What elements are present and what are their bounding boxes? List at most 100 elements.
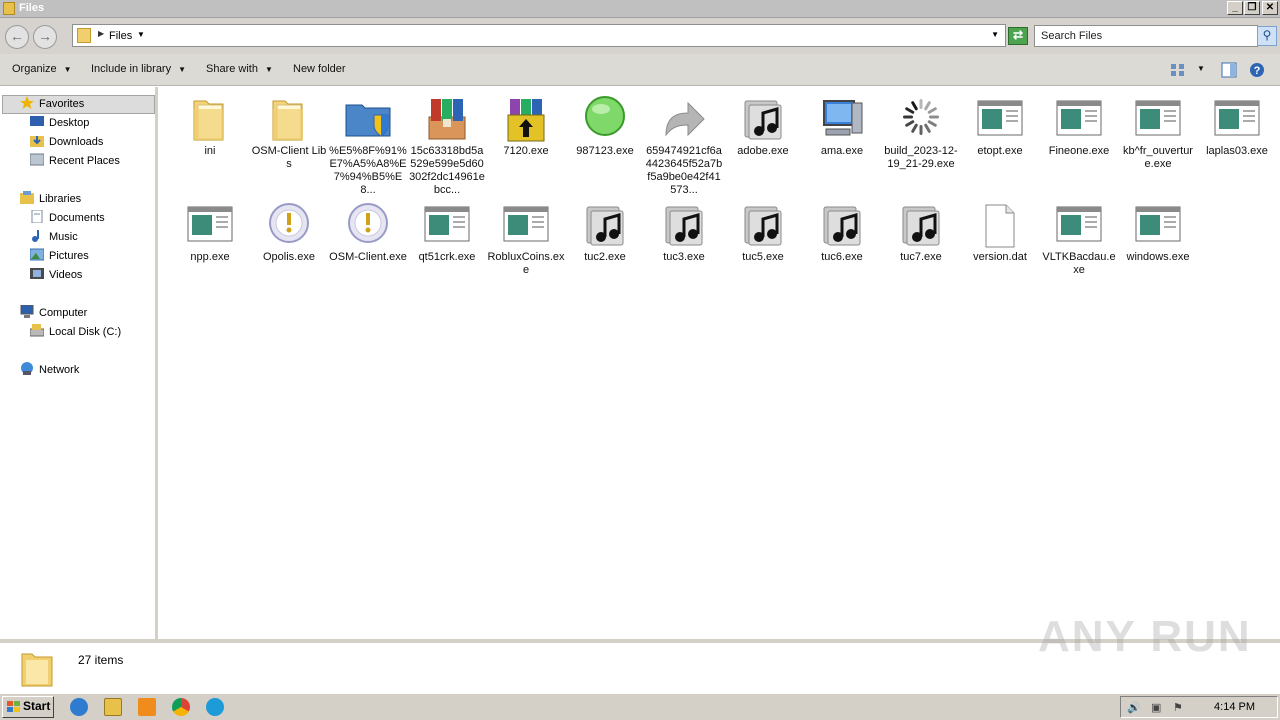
file-item[interactable]: tuc2.exe bbox=[566, 201, 644, 264]
file-name: tuc3.exe bbox=[663, 251, 705, 263]
desktop-icon bbox=[30, 116, 44, 126]
file-item[interactable]: ini bbox=[171, 95, 249, 158]
green-circle-icon bbox=[581, 95, 629, 143]
explorer-icon[interactable] bbox=[104, 698, 122, 716]
internet-explorer-icon[interactable] bbox=[70, 698, 88, 716]
edge-icon[interactable] bbox=[206, 698, 224, 716]
start-button[interactable]: Start bbox=[2, 696, 54, 718]
chevron-right-icon[interactable]: ▶ bbox=[98, 29, 104, 38]
share-with-menu[interactable]: Share with ▼ bbox=[206, 63, 273, 75]
file-item[interactable]: RobluxCoins.exe bbox=[487, 201, 565, 277]
search-input[interactable]: Search Files bbox=[1034, 25, 1258, 47]
pictures-icon bbox=[30, 248, 44, 261]
file-item[interactable]: tuc6.exe bbox=[803, 201, 881, 264]
file-item[interactable]: OSM-Client.exe bbox=[329, 201, 407, 264]
maximize-button[interactable]: ❐ bbox=[1244, 1, 1260, 15]
libraries-icon bbox=[20, 191, 34, 204]
nav-computer[interactable]: Computer bbox=[20, 304, 87, 322]
file-name: version.dat bbox=[973, 251, 1027, 263]
file-list: ini OSM-Client Libs %E5%8F%91%E7%A5%A8%E7%… bbox=[160, 87, 1280, 639]
network-tray-icon[interactable]: ▣ bbox=[1151, 701, 1161, 714]
file-item[interactable]: 15c63318bd5a529e599e5d60302f2dc14961ebcc… bbox=[408, 95, 486, 197]
window-app-icon bbox=[976, 95, 1024, 143]
nav-pictures[interactable]: Pictures bbox=[30, 247, 89, 265]
recent-places-icon bbox=[30, 153, 44, 166]
address-history-dropdown[interactable]: ▼ bbox=[991, 30, 999, 39]
refresh-button[interactable]: ⇄ bbox=[1008, 27, 1028, 45]
minimize-button[interactable]: _ bbox=[1227, 1, 1243, 15]
address-bar[interactable]: ▶ Files ▼ ▼ bbox=[72, 24, 1006, 47]
forward-button[interactable]: → bbox=[33, 25, 57, 49]
nav-videos[interactable]: Videos bbox=[30, 266, 82, 284]
file-item[interactable]: build_2023-12-19_21-29.exe bbox=[882, 95, 960, 171]
file-item[interactable]: 987123.exe bbox=[566, 95, 644, 158]
videos-icon bbox=[30, 268, 44, 279]
file-item[interactable]: npp.exe bbox=[171, 201, 249, 264]
file-item[interactable]: 7120.exe bbox=[487, 95, 565, 158]
command-bar: Organize ▼ Include in library ▼ Share with… bbox=[0, 54, 1280, 86]
file-item[interactable]: %E5%8F%91%E7%A5%A8%E7%94%B5%E8... bbox=[329, 95, 407, 197]
loading-spinner-icon bbox=[897, 95, 945, 143]
window-title: Files bbox=[19, 2, 45, 14]
nav-recent-places[interactable]: Recent Places bbox=[30, 152, 120, 170]
clock[interactable]: 4:14 PM bbox=[1214, 701, 1255, 713]
change-view-icon[interactable] bbox=[1170, 62, 1186, 78]
file-name: ama.exe bbox=[820, 145, 864, 157]
file-item[interactable]: kb^fr_ouverture.exe bbox=[1119, 95, 1197, 171]
volume-icon[interactable]: 🔊 bbox=[1127, 701, 1141, 714]
breadcrumb-files[interactable]: Files bbox=[109, 30, 132, 42]
file-item[interactable]: tuc7.exe bbox=[882, 201, 960, 264]
star-icon bbox=[20, 96, 34, 109]
action-center-icon[interactable]: ⚑ bbox=[1173, 701, 1183, 714]
file-item[interactable]: Opolis.exe bbox=[250, 201, 328, 264]
file-item[interactable]: windows.exe bbox=[1119, 201, 1197, 264]
chevron-down-icon[interactable]: ▼ bbox=[137, 30, 145, 39]
organize-menu[interactable]: Organize ▼ bbox=[12, 63, 72, 75]
back-button[interactable]: ← bbox=[5, 25, 29, 49]
file-item[interactable]: ama.exe bbox=[803, 95, 881, 158]
nav-local-disk[interactable]: Local Disk (C:) bbox=[30, 323, 121, 341]
close-button[interactable]: ✕ bbox=[1262, 1, 1278, 15]
file-name: qt51crk.exe bbox=[418, 251, 476, 263]
nav-music[interactable]: Music bbox=[30, 228, 78, 246]
file-item[interactable]: tuc3.exe bbox=[645, 201, 723, 264]
file-item[interactable]: Fineone.exe bbox=[1040, 95, 1118, 158]
file-item[interactable]: etopt.exe bbox=[961, 95, 1039, 158]
folder-icon bbox=[3, 2, 15, 15]
file-name: adobe.exe bbox=[737, 145, 789, 157]
preview-pane-icon[interactable] bbox=[1221, 62, 1237, 78]
blank-document-icon bbox=[976, 201, 1024, 249]
warning-disc-icon bbox=[344, 201, 392, 249]
file-item[interactable]: qt51crk.exe bbox=[408, 201, 486, 264]
installer-box-icon bbox=[502, 95, 550, 143]
search-icon[interactable]: ⚲ bbox=[1257, 26, 1277, 46]
file-item[interactable]: adobe.exe bbox=[724, 95, 802, 158]
nav-desktop[interactable]: Desktop bbox=[30, 114, 89, 132]
file-item[interactable]: 659474921cf6a4423645f52a7bf5a9be0e42f415… bbox=[645, 95, 723, 197]
file-item[interactable]: laplas03.exe bbox=[1198, 95, 1276, 158]
computer-icon bbox=[818, 95, 866, 143]
file-name: npp.exe bbox=[190, 251, 230, 263]
winrar-icon bbox=[423, 95, 471, 143]
window-app-icon bbox=[1134, 201, 1182, 249]
nav-libraries[interactable]: Libraries bbox=[20, 190, 81, 208]
new-folder-button[interactable]: New folder bbox=[293, 63, 346, 75]
help-icon[interactable]: ? bbox=[1249, 62, 1265, 78]
file-item[interactable]: OSM-Client Libs bbox=[250, 95, 328, 171]
media-file-icon bbox=[739, 95, 787, 143]
nav-network[interactable]: Network bbox=[20, 361, 79, 379]
windows-flag-icon bbox=[7, 701, 20, 712]
file-item[interactable]: tuc5.exe bbox=[724, 201, 802, 264]
file-item[interactable]: VLTKBacdau.exe bbox=[1040, 201, 1118, 277]
view-options-dropdown[interactable]: ▼ bbox=[1197, 64, 1205, 73]
nav-documents[interactable]: Documents bbox=[30, 209, 105, 227]
warning-disc-icon bbox=[265, 201, 313, 249]
media-player-icon[interactable] bbox=[138, 698, 156, 716]
chrome-icon[interactable] bbox=[172, 698, 190, 716]
include-in-library-menu[interactable]: Include in library ▼ bbox=[91, 63, 186, 75]
nav-downloads[interactable]: Downloads bbox=[30, 133, 103, 151]
file-item[interactable]: version.dat bbox=[961, 201, 1039, 264]
nav-favorites[interactable]: Favorites bbox=[20, 95, 84, 113]
media-file-icon bbox=[581, 201, 629, 249]
file-name: tuc6.exe bbox=[821, 251, 863, 263]
